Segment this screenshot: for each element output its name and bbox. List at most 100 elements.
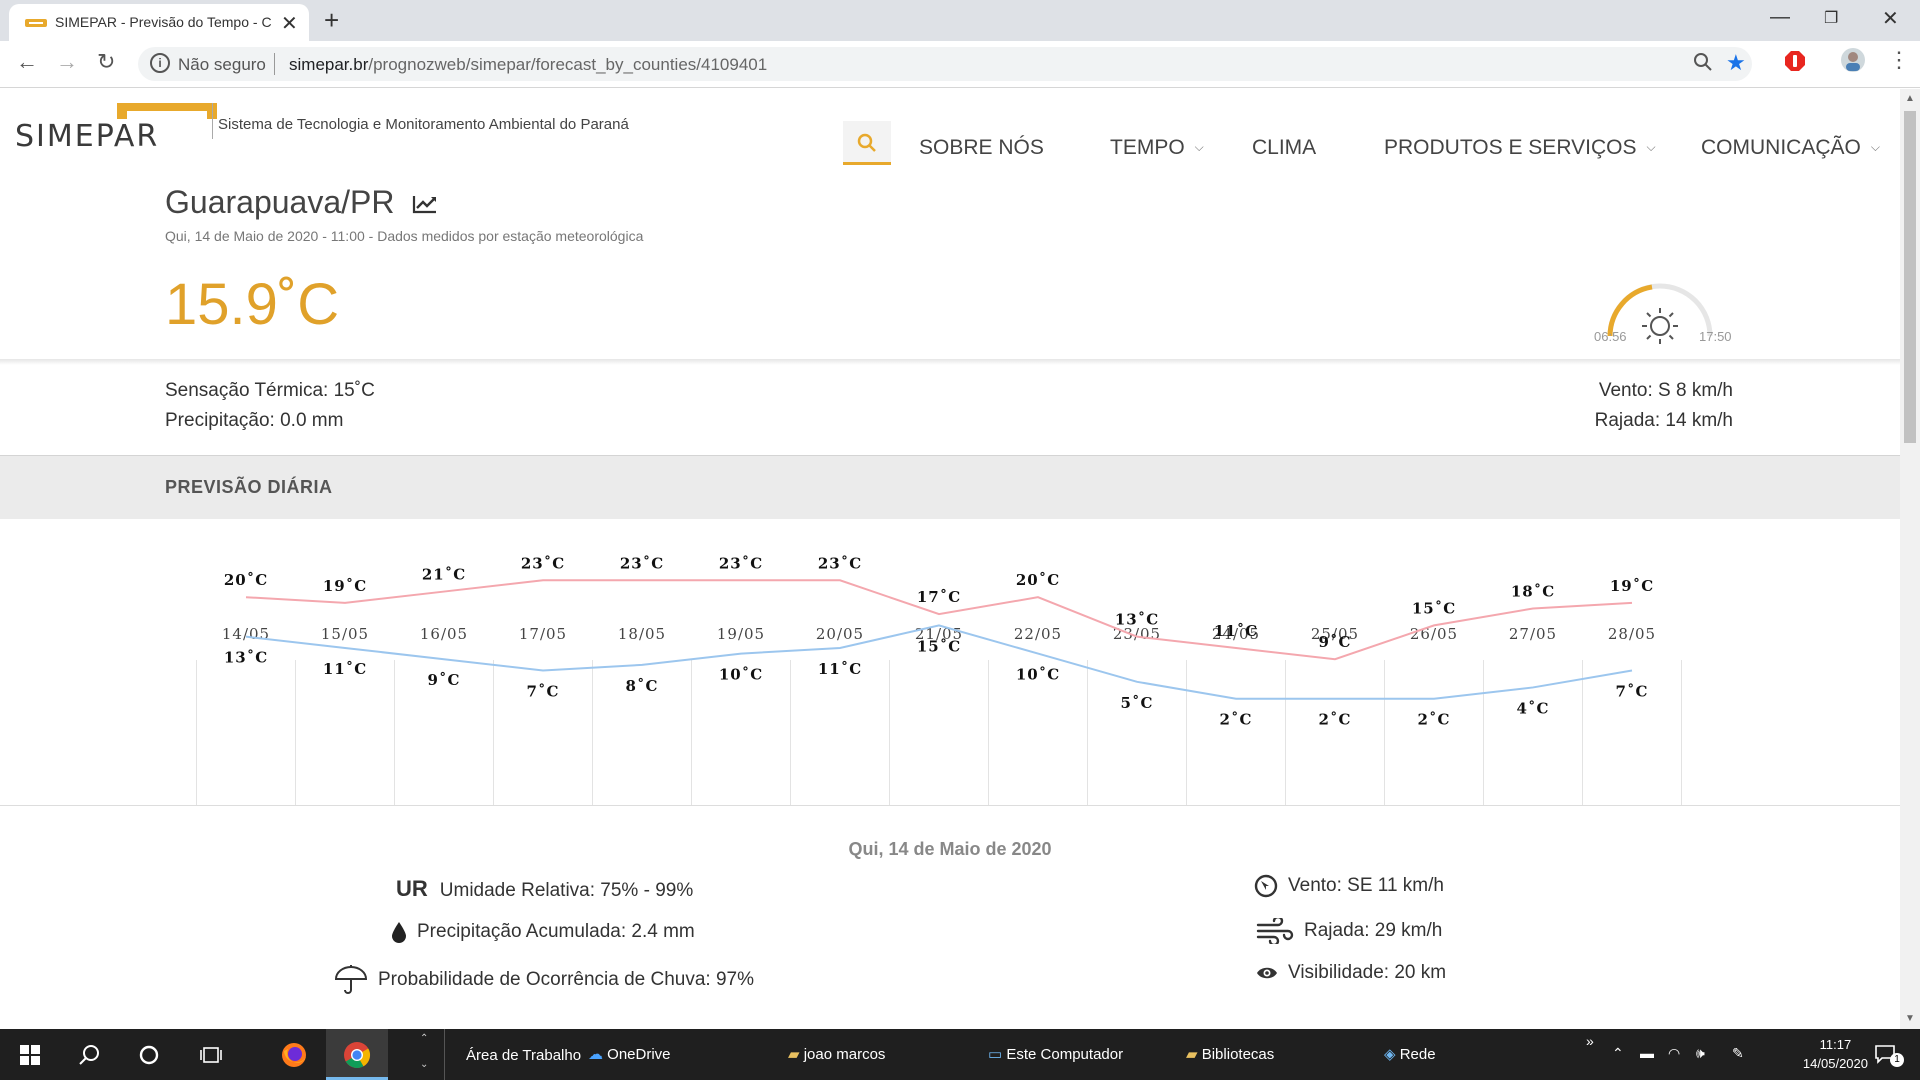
minimize-icon[interactable]: — — [1770, 6, 1790, 29]
taskbar-scroll[interactable]: ⌃ ⌄ — [420, 1029, 436, 1080]
logo-divider — [212, 103, 213, 139]
browser-menu-icon[interactable]: ⋮ — [1888, 47, 1910, 73]
toolbar-desktop[interactable]: Área de Trabalho — [466, 1047, 581, 1064]
wind-direction-icon — [1254, 874, 1278, 898]
close-tab-icon[interactable]: ✕ — [281, 11, 298, 36]
profile-avatar[interactable] — [1840, 47, 1866, 78]
network-icon: ◈ — [1384, 1046, 1396, 1063]
scroll-up-icon[interactable]: ▲ — [1905, 93, 1915, 104]
battery-icon[interactable]: ▬ — [1640, 1045, 1654, 1061]
volume-icon[interactable]: 🕪 — [1696, 1045, 1705, 1062]
cortana-icon — [139, 1045, 159, 1065]
menu-label: TEMPO — [1110, 136, 1185, 159]
menu-clima[interactable]: CLIMA — [1252, 136, 1316, 160]
start-button[interactable] — [0, 1029, 60, 1080]
url-text[interactable]: simepar.br/prognozweb/simepar/forecast_b… — [289, 55, 767, 75]
toolbar-overflow-icon[interactable]: » — [1586, 1033, 1594, 1049]
taskbar-clock[interactable]: 11:17 14/05/2020 — [1803, 1035, 1868, 1073]
toolbar-onedrive[interactable]: ☁ OneDrive — [588, 1045, 671, 1063]
toolbar-label: Rede — [1399, 1046, 1436, 1063]
back-icon[interactable]: ← — [16, 49, 38, 75]
date-label: 28/05 — [1608, 625, 1656, 643]
wifi-icon[interactable]: ◠ — [1668, 1045, 1680, 1062]
min-temp-label: 7˚C — [1616, 683, 1649, 701]
search-icon — [79, 1045, 99, 1065]
max-temp-label: 23˚C — [719, 554, 763, 572]
precip-acc-detail: Precipitação Acumulada: 2.4 mm — [391, 921, 695, 943]
menu-label: PRODUTOS E SERVIÇOS — [1384, 136, 1637, 159]
trend-chart-icon[interactable] — [411, 193, 439, 215]
simepar-logo[interactable]: SIMEPAR — [15, 103, 217, 154]
toolbar-this-pc[interactable]: ▭ Este Computador — [988, 1045, 1123, 1063]
date-label: 16/05 — [420, 625, 468, 643]
date-label: 14/05 — [222, 625, 270, 643]
max-temp-label: 18˚C — [1511, 582, 1555, 600]
pen-icon[interactable]: ✎ — [1732, 1045, 1744, 1062]
address-bar: ← → ↻ i Não seguro simepar.br/prognozweb… — [0, 41, 1920, 88]
max-temp-label: 21˚C — [422, 566, 466, 584]
scroll-down-icon[interactable]: ▼ — [1905, 1013, 1915, 1024]
url-omnibox[interactable]: i Não seguro simepar.br/prognozweb/simep… — [138, 47, 1752, 81]
taskbar-search[interactable] — [62, 1029, 116, 1080]
tab-title: SIMEPAR - Previsão do Tempo - C — [55, 14, 272, 30]
scroll-thumb[interactable] — [1904, 111, 1916, 443]
forward-icon[interactable]: → — [56, 49, 78, 75]
folder-icon: ▰ — [788, 1046, 800, 1063]
task-view-button[interactable] — [184, 1029, 238, 1080]
restore-icon[interactable]: ❐ — [1824, 8, 1838, 28]
date-label: 22/05 — [1014, 625, 1062, 643]
menu-comunicacao[interactable]: COMUNICAÇÃO ⌵ — [1701, 136, 1880, 160]
search-button[interactable] — [843, 121, 891, 165]
precipitation: Precipitação: 0.0 mm — [165, 410, 344, 431]
gust-now: Rajada: 14 km/h — [1594, 410, 1733, 431]
chevron-down-icon: ⌵ — [1646, 140, 1656, 154]
menu-sobre-nos[interactable]: SOBRE NÓS — [919, 136, 1044, 160]
max-temp-label: 19˚C — [1610, 577, 1654, 595]
clock-time: 11:17 — [1819, 1037, 1852, 1052]
omnibox-separator — [274, 53, 275, 75]
page-scrollbar[interactable]: ▲ ▼ — [1900, 89, 1920, 1029]
max-temp-label: 20˚C — [1016, 571, 1060, 589]
logo-text: SIMEPAR — [15, 119, 160, 154]
wind-now: Vento: S 8 km/h — [1598, 380, 1733, 401]
zoom-icon[interactable] — [1693, 52, 1713, 78]
city-title: Guarapuava/PR — [165, 184, 439, 221]
site-info-icon[interactable]: i — [150, 53, 170, 73]
toolbar-network[interactable]: ◈ Rede — [1384, 1045, 1436, 1063]
browser-tabbar: SIMEPAR - Previsão do Tempo - C ✕ + — ❐ … — [0, 0, 1920, 41]
taskbar-separator — [444, 1029, 445, 1080]
date-label: 19/05 — [717, 625, 765, 643]
reload-icon[interactable]: ↻ — [97, 49, 115, 75]
computer-icon: ▭ — [988, 1046, 1003, 1063]
min-temp-label: 8˚C — [626, 677, 659, 695]
taskbar-chrome[interactable] — [326, 1029, 388, 1080]
page-content: SIMEPAR Sistema de Tecnologia e Monitora… — [0, 89, 1900, 1029]
menu-label: SOBRE NÓS — [919, 136, 1044, 159]
umbrella-icon — [334, 965, 368, 994]
min-temp-label: 11˚C — [818, 660, 862, 678]
site-favicon-icon — [25, 19, 47, 27]
toolbar-libraries[interactable]: ▰ Bibliotecas — [1186, 1045, 1274, 1063]
min-temp-label: 10˚C — [1016, 666, 1060, 684]
adblock-icon[interactable] — [1784, 50, 1806, 77]
action-center-button[interactable]: 1 — [1868, 1029, 1908, 1080]
max-temp-label: 23˚C — [620, 554, 664, 572]
browser-tab[interactable]: SIMEPAR - Previsão do Tempo - C ✕ — [9, 4, 309, 41]
new-tab-icon[interactable]: + — [324, 5, 339, 36]
bookmark-star-icon[interactable]: ★ — [1726, 50, 1746, 76]
cloud-icon: ☁ — [588, 1046, 603, 1063]
taskbar-firefox[interactable] — [268, 1029, 318, 1080]
toolbar-user-folder[interactable]: ▰ joao marcos — [788, 1045, 885, 1063]
menu-tempo[interactable]: TEMPO ⌵ — [1110, 136, 1204, 160]
min-temp-label: 2˚C — [1418, 711, 1451, 729]
selected-day-title: Qui, 14 de Maio de 2020 — [848, 839, 1052, 859]
sunset-time: 17:50 — [1699, 329, 1732, 344]
window-close-icon[interactable]: ✕ — [1882, 6, 1899, 31]
wind-detail-text: Vento: SE 11 km/h — [1288, 875, 1444, 897]
menu-produtos-servicos[interactable]: PRODUTOS E SERVIÇOS ⌵ — [1384, 136, 1656, 160]
rain-prob-text: Probabilidade de Ocorrência de Chuva: 97… — [378, 969, 755, 991]
cortana-button[interactable] — [122, 1029, 176, 1080]
humidity-detail: UR Umidade Relativa: 75% - 99% — [396, 876, 693, 902]
tray-expand-icon[interactable]: ⌃ — [1612, 1045, 1624, 1062]
sunrise-time: 06:56 — [1594, 329, 1627, 344]
